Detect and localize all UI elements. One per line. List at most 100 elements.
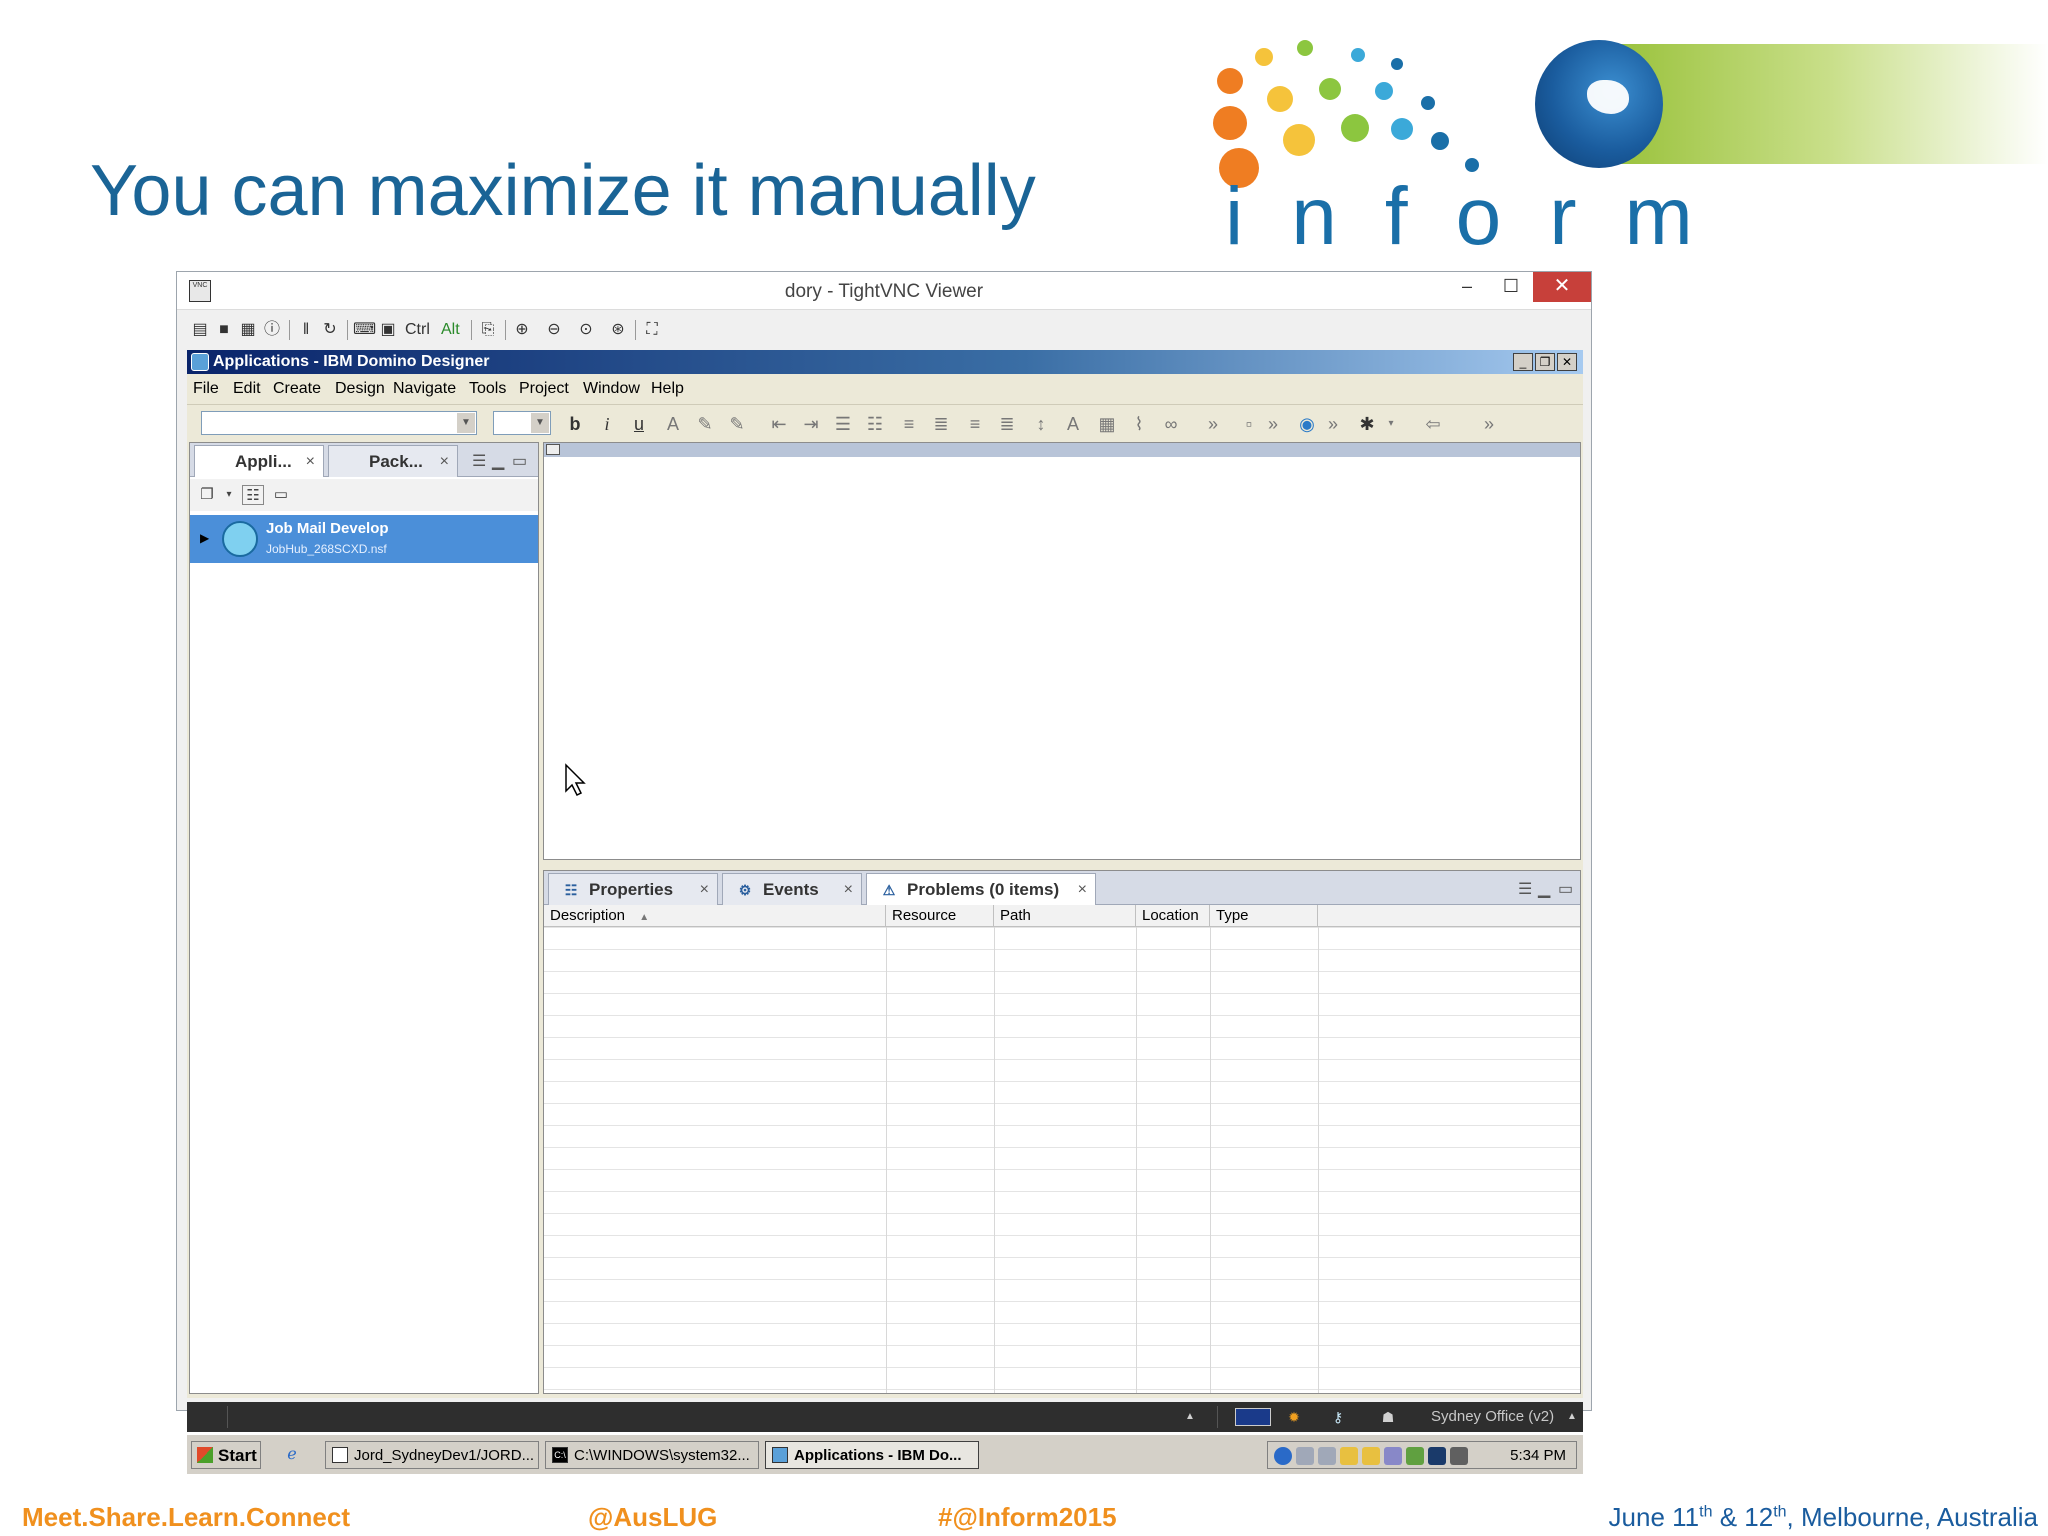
info-icon[interactable]: ⓘ: [261, 320, 283, 340]
expand-arrow-icon[interactable]: ▶: [200, 531, 209, 545]
overflow-chevron-icon[interactable]: »: [1321, 413, 1345, 435]
column-location[interactable]: Location: [1136, 905, 1210, 927]
maximize-view-icon[interactable]: ▭: [1558, 879, 1573, 899]
editor-menu-icon[interactable]: [546, 444, 560, 455]
start-button[interactable]: Start: [191, 1441, 261, 1469]
zoom-auto-icon[interactable]: ⊛: [607, 320, 629, 340]
save-small-icon[interactable]: ▫: [1237, 413, 1261, 435]
table-icon[interactable]: ▦: [1095, 413, 1119, 435]
style-combo[interactable]: ▼: [201, 411, 477, 435]
menu-help[interactable]: Help: [651, 380, 684, 398]
close-icon[interactable]: ×: [1078, 881, 1087, 899]
fullscreen-icon[interactable]: ⛶: [641, 320, 663, 340]
line-spacing-icon[interactable]: ↕: [1029, 413, 1053, 435]
menu-navigate[interactable]: Navigate: [393, 380, 456, 398]
number-list-icon[interactable]: ☷: [863, 413, 887, 435]
column-type[interactable]: Type: [1210, 905, 1318, 927]
internet-explorer-icon[interactable]: ℯ: [281, 1445, 303, 1465]
taskbar-item-designer[interactable]: Applications - IBM Do...: [765, 1441, 979, 1469]
menu-edit[interactable]: Edit: [233, 380, 261, 398]
close-icon[interactable]: ×: [440, 453, 449, 471]
close-icon[interactable]: ×: [306, 453, 315, 471]
minimize-view-icon[interactable]: ▁: [492, 451, 504, 471]
vm-icon[interactable]: [1450, 1447, 1468, 1465]
tab-package-explorer[interactable]: Pack... ×: [328, 445, 458, 477]
designer-restore-button[interactable]: ❐: [1535, 353, 1555, 371]
status-up-arrow-icon[interactable]: ▲: [1179, 1407, 1201, 1427]
align-justify-icon[interactable]: ≣: [929, 413, 953, 435]
column-resource[interactable]: Resource: [886, 905, 994, 927]
designer-close-button[interactable]: ✕: [1557, 353, 1577, 371]
vnc-titlebar[interactable]: VNC dory - TightVNC Viewer ‒ ☐ ✕: [177, 272, 1591, 310]
overflow-chevron-icon[interactable]: »: [1477, 413, 1501, 435]
minimize-view-icon[interactable]: ▁: [1538, 879, 1550, 899]
view-menu-icon[interactable]: ☰: [472, 451, 486, 471]
underline-icon[interactable]: u: [627, 413, 651, 435]
maximize-button[interactable]: ☐: [1489, 272, 1533, 302]
column-description[interactable]: Description ▲: [544, 905, 886, 927]
options-icon[interactable]: ▦: [237, 320, 259, 340]
bold-icon[interactable]: b: [563, 413, 587, 435]
text-color-icon[interactable]: A: [661, 413, 685, 435]
tab-properties[interactable]: ☷ Properties ×: [548, 873, 718, 905]
outdent-icon[interactable]: ⇤: [767, 413, 791, 435]
designer-titlebar[interactable]: Applications - IBM Domino Designer _ ❐ ✕: [187, 350, 1583, 374]
tray-icon[interactable]: [1428, 1447, 1446, 1465]
column-path[interactable]: Path: [994, 905, 1136, 927]
collapse-icon[interactable]: ▭: [270, 485, 292, 505]
tray-icon[interactable]: [1318, 1447, 1336, 1465]
text-properties-icon[interactable]: A: [1061, 413, 1085, 435]
tab-applications[interactable]: Appli... ×: [194, 445, 324, 477]
status-panel-icon[interactable]: [1235, 1408, 1271, 1426]
close-button[interactable]: ✕: [1533, 272, 1591, 302]
overflow-chevron-icon[interactable]: »: [1201, 413, 1225, 435]
refresh-icon[interactable]: ↻: [319, 320, 341, 340]
chevron-down-icon[interactable]: ▼: [531, 413, 549, 433]
editor-area[interactable]: [543, 442, 1581, 860]
designer-minimize-button[interactable]: _: [1513, 353, 1533, 371]
tray-icon[interactable]: [1406, 1447, 1424, 1465]
status-sun-icon[interactable]: ✹: [1283, 1407, 1305, 1427]
close-icon[interactable]: ×: [700, 881, 709, 899]
bullet-list-icon[interactable]: ☰: [831, 413, 855, 435]
zoom-reset-icon[interactable]: ⊙: [575, 320, 597, 340]
ctrl-key-button[interactable]: Ctrl: [405, 321, 430, 339]
status-key-icon[interactable]: ⚷: [1327, 1407, 1349, 1427]
taskbar-item-cmd[interactable]: C:\ C:\WINDOWS\system32...: [545, 1441, 759, 1469]
view-menu-icon[interactable]: ☰: [1518, 879, 1532, 899]
indent-icon[interactable]: ⇥: [799, 413, 823, 435]
align-left-icon[interactable]: ≡: [963, 413, 987, 435]
attachment-icon[interactable]: ⌇: [1127, 413, 1151, 435]
tree-item-job-mail-develop[interactable]: ▶ Job Mail Develop JobHub_268SCXD.nsf: [190, 515, 538, 563]
menu-project[interactable]: Project: [519, 380, 569, 398]
highlight-dropdown-icon[interactable]: ✎: [725, 413, 749, 435]
close-icon[interactable]: ×: [844, 881, 853, 899]
chevron-down-icon[interactable]: ▼: [457, 413, 475, 433]
tray-icon[interactable]: [1274, 1447, 1292, 1465]
minimize-button[interactable]: ‒: [1445, 272, 1489, 302]
status-network-icon[interactable]: ☗: [1377, 1407, 1399, 1427]
save-icon[interactable]: ■: [213, 320, 235, 340]
back-icon[interactable]: ⇦: [1421, 413, 1445, 435]
shield-icon[interactable]: [1340, 1447, 1358, 1465]
clipboard-icon[interactable]: ⎘: [477, 320, 499, 340]
zoom-in-icon[interactable]: ⊕: [511, 320, 533, 340]
ctrl-alt-del-icon[interactable]: ▣: [377, 320, 399, 340]
maximize-view-icon[interactable]: ▭: [512, 451, 527, 471]
pause-icon[interactable]: ‖: [295, 320, 317, 340]
tray-icon[interactable]: [1362, 1447, 1380, 1465]
italic-icon[interactable]: i: [595, 413, 619, 435]
new-connection-icon[interactable]: ▤: [189, 320, 211, 340]
debug-icon[interactable]: ✱: [1355, 413, 1379, 435]
menu-tools[interactable]: Tools: [469, 380, 506, 398]
debug-dropdown-icon[interactable]: ▾: [1379, 413, 1403, 435]
menu-design[interactable]: Design: [335, 380, 385, 398]
tree-view-icon[interactable]: ☷: [242, 485, 264, 505]
tab-events[interactable]: ⚙ Events ×: [722, 873, 862, 905]
location-dropdown-icon[interactable]: ▲: [1561, 1407, 1583, 1427]
font-size-combo[interactable]: ▼: [493, 411, 551, 435]
overflow-chevron-icon[interactable]: »: [1261, 413, 1285, 435]
align-right-icon[interactable]: ≣: [995, 413, 1019, 435]
status-location[interactable]: Sydney Office (v2): [1431, 1408, 1554, 1425]
tray-icon[interactable]: [1296, 1447, 1314, 1465]
